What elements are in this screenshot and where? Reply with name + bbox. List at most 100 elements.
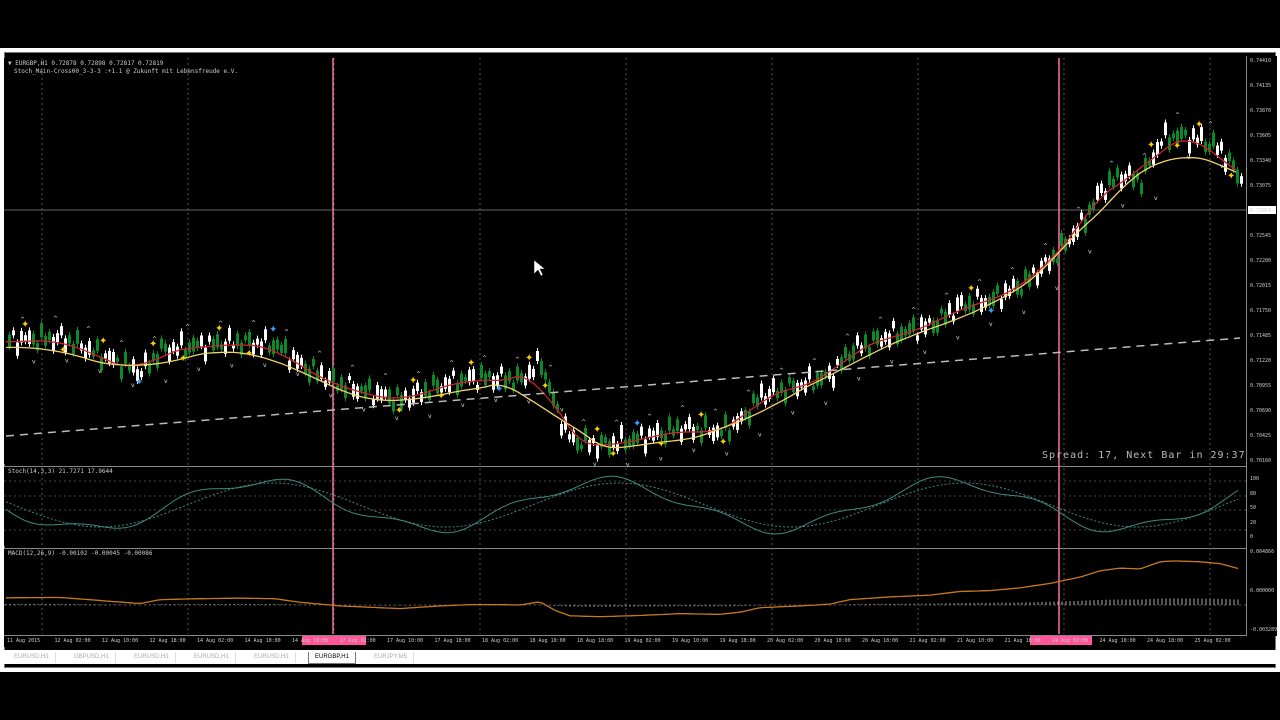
macd-axis-label: 0.004866: [1250, 549, 1275, 555]
fractal-down-mark: v: [1154, 195, 1158, 202]
fractal-down-mark: v: [989, 321, 993, 328]
candle-body: [1228, 152, 1231, 162]
candle-body: [1000, 299, 1003, 309]
candle-body: [1056, 258, 1059, 263]
price-axis-label: 0.73870: [1250, 108, 1272, 114]
signal-arrow: ✦: [633, 419, 641, 430]
time-axis-label: 19 Aug 10:00: [672, 638, 709, 644]
chart-tab[interactable]: EURUSD,H1: [8, 652, 56, 663]
fractal-up-mark: ^: [581, 419, 586, 426]
candle-body: [596, 445, 599, 459]
fractal-up-mark: ^: [1010, 267, 1015, 274]
fractal-up-mark: ^: [878, 317, 883, 324]
fractal-up-mark: ^: [86, 326, 91, 333]
fractal-up-mark: ^: [1043, 243, 1048, 250]
fractal-up-mark: ^: [713, 408, 718, 415]
chart-tab[interactable]: EURGBP,H1: [308, 652, 356, 664]
macd-line: [6, 560, 1239, 618]
price-axis-label: 0.70690: [1250, 408, 1272, 414]
candle-body: [8, 334, 11, 347]
price-axis-label: 0.73605: [1250, 133, 1272, 139]
chart-tab[interactable]: EURJPY,M5: [368, 652, 414, 663]
candle-body: [76, 329, 79, 344]
candle-body: [624, 439, 627, 450]
signal-arrow: ✦: [593, 424, 601, 435]
candle-body: [1184, 129, 1187, 136]
time-axis-label: 25 Aug 02:00: [1194, 638, 1231, 644]
candle-body: [1168, 137, 1171, 150]
candle-body: [532, 368, 535, 378]
price-axis-label: 0.71750: [1250, 308, 1272, 314]
fractal-down-mark: v: [131, 382, 135, 389]
chart-tab[interactable]: EURUSD,H1: [248, 652, 296, 663]
candle-body: [500, 366, 503, 374]
fractal-down-mark: v: [98, 368, 102, 375]
stoch-axis-label: 80: [1250, 490, 1257, 497]
fractal-up-mark: ^: [746, 390, 751, 397]
candle-body: [464, 376, 467, 382]
candle-body: [200, 335, 203, 347]
fractal-up-mark: ^: [845, 333, 850, 340]
signal-arrow: ✦: [467, 358, 475, 369]
candle-body: [1108, 171, 1111, 186]
symbol-header: ▼ EURGBP,H1 0.72878 0.72898 0.72817 0.72…: [8, 60, 164, 67]
chart-tab[interactable]: EURUSD,H1: [188, 652, 236, 663]
fractal-down-mark: v: [1088, 249, 1092, 256]
candle-body: [576, 437, 579, 451]
fractal-down-mark: v: [890, 359, 894, 366]
ema-fast-line: [5, 140, 1237, 446]
price-axis-label: 0.73340: [1250, 158, 1272, 164]
candle-body: [104, 353, 107, 359]
fractal-up-mark: ^: [218, 321, 223, 328]
fractal-up-mark: ^: [548, 365, 553, 372]
candle-body: [676, 419, 679, 431]
indicator-header: Stoch_Main-Cross00_3-3-3 :+1.1 @ Zukunft…: [14, 68, 238, 75]
candle-body: [384, 389, 387, 397]
candle-body: [1164, 122, 1167, 136]
price-axis-label: 0.72280: [1250, 258, 1272, 264]
fractal-up-mark: ^: [515, 357, 520, 364]
candle-body: [164, 343, 167, 352]
candle-body: [236, 333, 239, 347]
candle-body: [1160, 141, 1163, 146]
chart-tab[interactable]: EURUSD,H1: [128, 652, 176, 663]
fractal-down-mark: v: [329, 393, 333, 400]
candle-body: [12, 330, 15, 336]
candle-body: [292, 350, 295, 360]
candle-body: [1156, 142, 1159, 156]
candle-body: [116, 357, 119, 362]
macd-header: MACD(12,26,9) -0.00102 -0.00045 -0.00086: [8, 550, 153, 557]
candle-body: [288, 360, 291, 370]
candle-body: [468, 369, 471, 383]
bottom-black-bar: [0, 672, 1280, 720]
fractal-up-mark: ^: [1208, 121, 1213, 128]
candle-body: [960, 295, 963, 307]
time-axis-label: 11 Aug 2015: [7, 638, 41, 644]
candle-body: [1180, 126, 1183, 139]
candle-body: [244, 335, 247, 341]
chart-tab[interactable]: GBPUSD,H1: [68, 652, 116, 663]
time-axis-label: 18 Aug 18:00: [577, 638, 614, 644]
signal-arrow: ✦: [541, 381, 549, 392]
fractal-up-mark: ^: [680, 405, 685, 412]
candle-body: [152, 353, 155, 361]
candle-body: [24, 335, 27, 342]
candle-body: [796, 382, 799, 397]
fractal-up-mark: ^: [812, 358, 817, 365]
fractal-down-mark: v: [560, 407, 564, 414]
fractal-down-mark: v: [725, 450, 729, 457]
time-axis-label: 19 Aug 02:00: [624, 638, 661, 644]
candle-body: [120, 366, 123, 380]
candle-body: [912, 317, 915, 331]
ema-slow-line: [5, 157, 1237, 449]
candle-body: [264, 329, 267, 341]
fractal-up-mark: ^: [1142, 153, 1147, 160]
fractal-down-mark: v: [857, 375, 861, 382]
candle-body: [1220, 141, 1223, 151]
candle-body: [836, 359, 839, 365]
candle-body: [424, 382, 427, 396]
candle-body: [488, 371, 491, 378]
candle-body: [588, 439, 591, 453]
fractal-down-mark: v: [362, 407, 366, 414]
candle-body: [1100, 183, 1103, 194]
